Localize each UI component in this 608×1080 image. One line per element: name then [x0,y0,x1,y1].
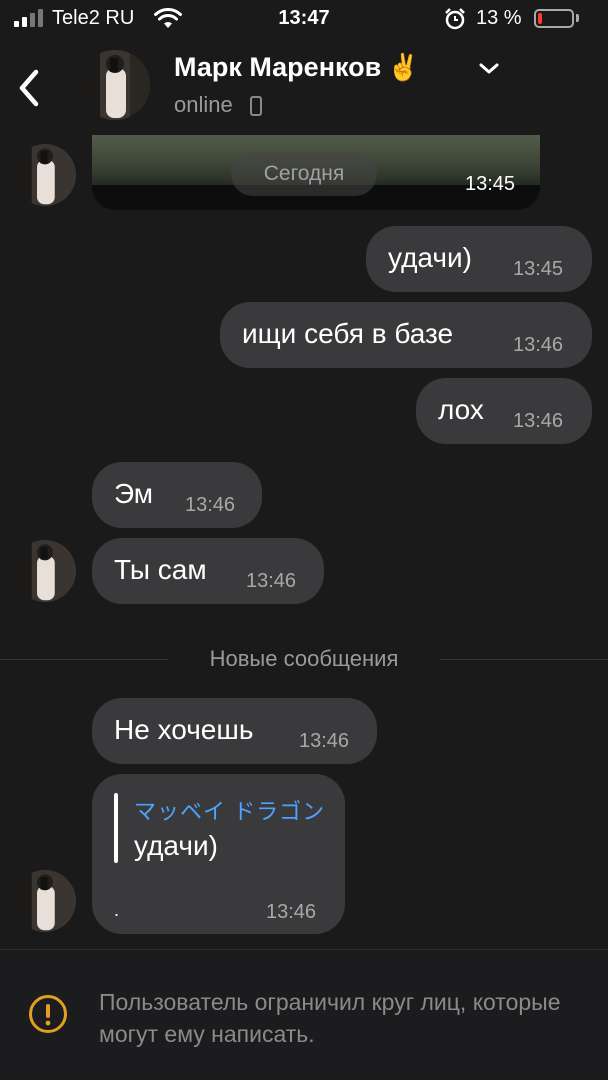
quoted-author[interactable]: マッベイ ドラゴン [134,794,325,826]
message-time: 13:46 [513,410,564,432]
date-label: Сегодня [231,152,377,196]
quoted-text: удачи) [134,830,218,861]
sender-avatar[interactable] [14,870,76,932]
message-text: Не хочешь [114,714,254,745]
message-text: Эм [114,478,154,509]
back-icon[interactable] [14,68,46,108]
message-time: 13:46 [266,901,317,923]
restriction-notice: Пользователь ограничил круг лиц, которые… [99,989,561,1047]
chevron-down-icon[interactable] [478,62,500,76]
contact-name: Марк Маренков [174,52,382,82]
contact-avatar[interactable] [80,50,150,120]
battery-cap [576,14,579,22]
presence-status: online [174,92,233,117]
message-text: ищи себя в базе [242,318,454,349]
warning-icon [29,995,67,1033]
message-time: 13:45 [465,173,516,195]
message-text: лох [438,394,484,425]
mobile-device-icon [250,96,262,116]
chat-header: Марк Маренков ✌️ online [0,40,608,130]
message-time: 13:46 [185,494,236,516]
battery-level [538,13,542,24]
sender-avatar[interactable] [14,144,76,206]
message-text: удачи) [388,242,472,273]
message-time: 13:45 [513,258,564,280]
message-time: 13:46 [299,730,350,752]
message-time: 13:46 [513,334,564,356]
message-text: . [114,900,120,920]
alarm-icon [445,8,465,30]
message-text: Ты сам [114,554,207,585]
battery-icon [534,9,574,28]
battery-percent: 13 % [476,7,522,29]
quote-bar [114,793,118,863]
message-time: 13:46 [246,570,297,592]
contact-name-row[interactable]: Марк Маренков ✌️ [174,52,420,83]
victory-hand-emoji: ✌️ [387,52,420,82]
new-messages-divider: Новые сообщения [209,646,399,671]
sender-avatar[interactable] [14,540,76,602]
status-bar: Tele2 RU 13:47 13 % [0,0,608,40]
